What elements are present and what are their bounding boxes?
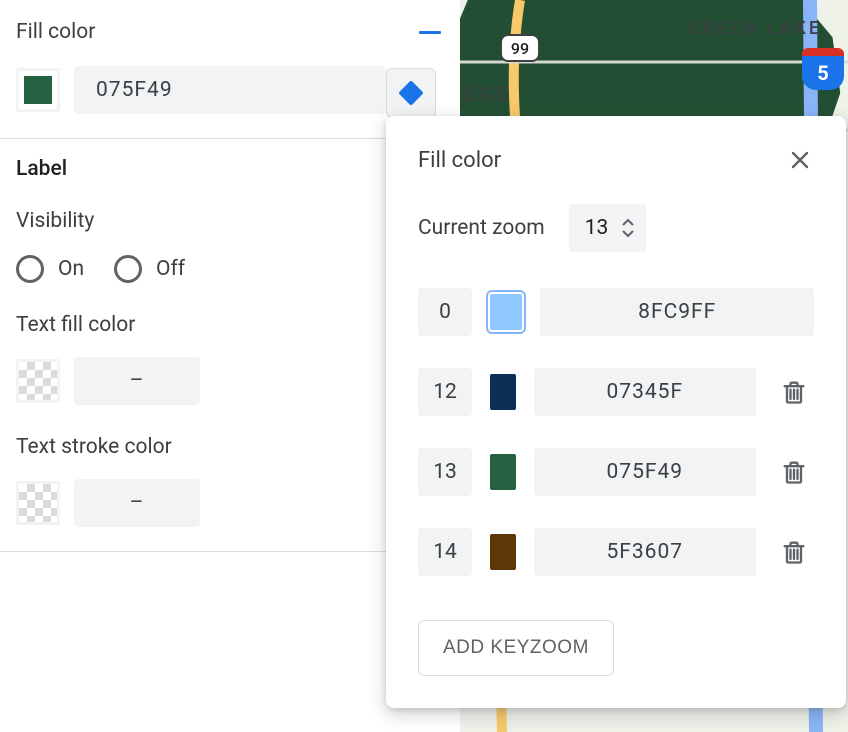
diamond-icon: [398, 80, 423, 105]
i5-shield: 5: [802, 48, 844, 90]
keyzoom-zoom-input[interactable]: [418, 288, 472, 336]
add-keyzoom-button[interactable]: ADD KEYZOOM: [418, 620, 614, 676]
visibility-on-label: On: [58, 257, 84, 281]
keyzoom-zoom-input[interactable]: [418, 368, 472, 416]
radio-icon: [114, 255, 142, 283]
text-stroke-swatch[interactable]: [16, 481, 60, 525]
keyzoom-row: [418, 288, 814, 336]
stepper-arrows-icon[interactable]: [620, 218, 636, 238]
collapse-fill-section-button[interactable]: [416, 18, 444, 46]
keyzoom-toggle-button[interactable]: [386, 68, 436, 118]
keyzoom-hex-input[interactable]: [534, 528, 756, 576]
keyzoom-zoom-input[interactable]: [418, 528, 472, 576]
keyzoom-swatch[interactable]: [490, 374, 516, 410]
keyzoom-swatch[interactable]: [490, 534, 516, 570]
text-fill-hex-input[interactable]: [74, 357, 200, 405]
close-icon: [788, 148, 812, 172]
text-fill-color-label: Text fill color: [16, 313, 444, 337]
trash-icon: [780, 378, 808, 406]
text-fill-swatch[interactable]: [16, 359, 60, 403]
trash-icon: [780, 538, 808, 566]
keyzoom-hex-input[interactable]: [540, 288, 814, 336]
keyzoom-row: [418, 368, 814, 416]
keyzoom-hex-input[interactable]: [534, 368, 756, 416]
radio-icon: [16, 255, 44, 283]
trash-icon: [780, 458, 808, 486]
current-zoom-value: 13: [585, 216, 609, 240]
map-label-partial: DGE: [464, 82, 511, 106]
keyzoom-hex-input[interactable]: [534, 448, 756, 496]
keyzoom-swatch[interactable]: [490, 294, 522, 330]
map-label-greenlake: GREEN LAKE: [687, 18, 822, 39]
keyzoom-zoom-input[interactable]: [418, 448, 472, 496]
fill-color-section-title: Fill color: [16, 20, 95, 44]
keyzoom-swatch[interactable]: [490, 454, 516, 490]
fill-color-hex-input[interactable]: [74, 66, 386, 114]
visibility-on-radio[interactable]: On: [16, 255, 84, 283]
current-zoom-stepper[interactable]: 13: [569, 204, 647, 252]
fill-color-popover: Fill color Current zoom 13 ADD KEYZOOM: [386, 116, 846, 708]
keyzoom-row: [418, 448, 814, 496]
hwy-99-shield: 99: [500, 34, 540, 62]
keyzoom-row: [418, 528, 814, 576]
delete-keyzoom-button[interactable]: [774, 532, 814, 572]
visibility-off-radio[interactable]: Off: [114, 255, 185, 283]
delete-keyzoom-button[interactable]: [774, 372, 814, 412]
text-stroke-hex-input[interactable]: [74, 479, 200, 527]
fill-color-swatch[interactable]: [16, 68, 60, 112]
text-stroke-color-label: Text stroke color: [16, 435, 444, 459]
minus-icon: [419, 31, 441, 34]
close-popover-button[interactable]: [786, 146, 814, 174]
popover-title: Fill color: [418, 148, 501, 173]
label-section-title: Label: [16, 157, 444, 181]
delete-keyzoom-button[interactable]: [774, 452, 814, 492]
visibility-off-label: Off: [156, 257, 185, 281]
visibility-label: Visibility: [16, 209, 444, 233]
current-zoom-label: Current zoom: [418, 216, 545, 240]
